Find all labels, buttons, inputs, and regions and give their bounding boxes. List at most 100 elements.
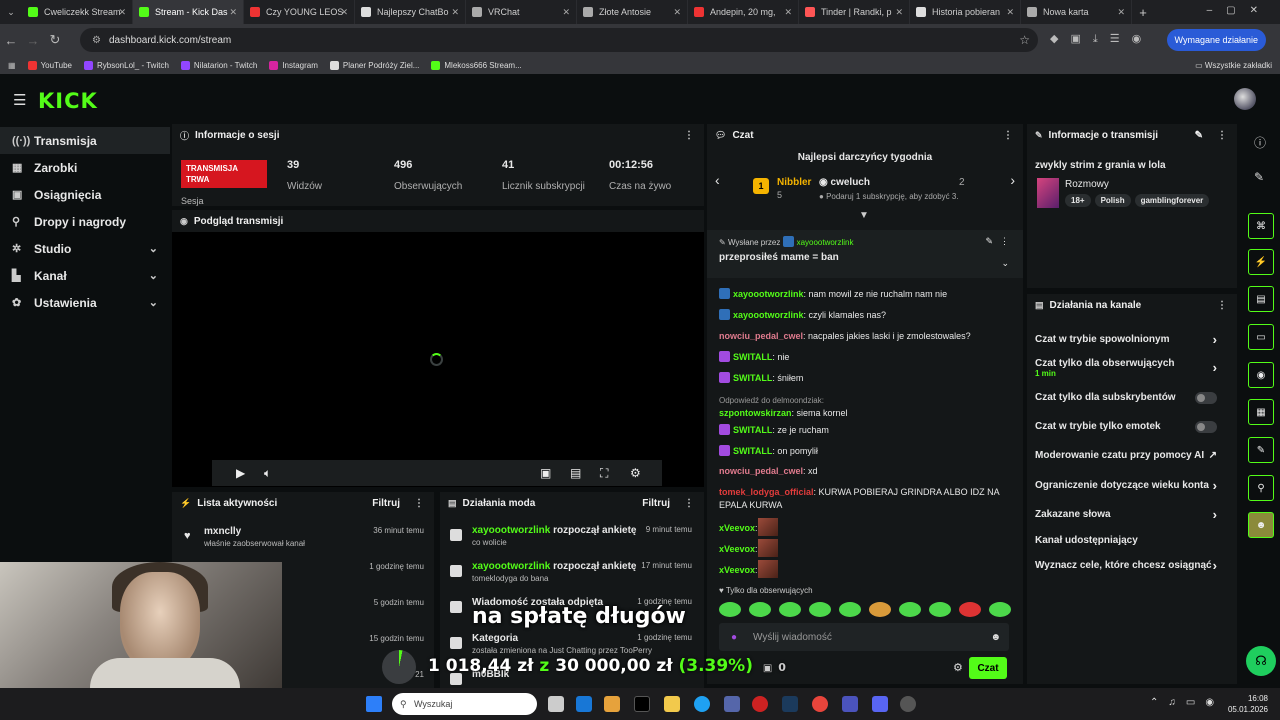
- activity-user[interactable]: mxnclly: [204, 526, 241, 537]
- chevron-down-icon[interactable]: ⌄: [149, 296, 158, 309]
- bookmark-item[interactable]: Planer Podróży Ziel...: [329, 60, 419, 70]
- browser-tab[interactable]: VRChat ✕: [466, 0, 577, 24]
- tab-close-icon[interactable]: ✕: [673, 7, 681, 18]
- browser-tab[interactable]: Najlepszy ChatBo ✕: [355, 0, 466, 24]
- pip-icon[interactable]: ▣: [540, 466, 551, 480]
- bookmark-item[interactable]: Mlekoss666 Stream...: [431, 60, 522, 70]
- fullscreen-icon[interactable]: ⛶: [600, 466, 608, 481]
- more-icon[interactable]: ⋮: [414, 498, 424, 509]
- back-icon[interactable]: ←: [0, 33, 22, 48]
- channel-action-item[interactable]: Ograniczenie dotyczące wieku konta ›: [1035, 478, 1227, 493]
- sidebar-item-ustawienia[interactable]: ✿ Ustawienia ⌄: [0, 289, 170, 316]
- steam-icon[interactable]: [782, 696, 798, 712]
- emote-icon[interactable]: [869, 602, 891, 617]
- chat-input[interactable]: ● Wyślij wiadomość ☻: [719, 623, 1009, 651]
- browser-tab[interactable]: Cweliczekk Stream ✕: [22, 0, 133, 24]
- pencil-icon[interactable]: ✎: [1254, 170, 1264, 184]
- channel-action-item[interactable]: Czat w trybie tylko emotek: [1035, 421, 1227, 433]
- external-link-icon[interactable]: ↗: [1209, 450, 1217, 461]
- more-icon[interactable]: ⋮: [684, 498, 694, 509]
- chat-settings-icon[interactable]: ⚙: [953, 661, 963, 674]
- emote-icon[interactable]: [749, 602, 771, 617]
- apps-icon[interactable]: ▦: [8, 61, 16, 70]
- vscode-icon[interactable]: [724, 696, 740, 712]
- chat-username[interactable]: SWITALL: [733, 446, 772, 456]
- next-arrow-icon[interactable]: ›: [1010, 172, 1015, 188]
- sidebar-item-studio[interactable]: ✲ Studio ⌄: [0, 235, 170, 262]
- rail-button-avatar-icon[interactable]: ☻: [1248, 512, 1274, 538]
- bookmark-item[interactable]: RybsonLol_ - Twitch: [84, 60, 169, 70]
- emote-icon[interactable]: [719, 602, 741, 617]
- bookmark-star-icon[interactable]: ☆: [1019, 33, 1030, 47]
- mod-action-row[interactable]: xayoootworzlink rozpoczął ankietę co woli…: [440, 520, 702, 556]
- chat-username[interactable]: nowciu_pedal_cwel: [719, 466, 803, 476]
- chat-username[interactable]: xayoootworzlink: [733, 289, 804, 299]
- stream-tag[interactable]: gamblingforever: [1134, 194, 1210, 207]
- chat-username[interactable]: xVeevox: [719, 544, 755, 554]
- sidebar-item-zarobki[interactable]: ▦ Zarobki: [0, 154, 170, 181]
- mod-user[interactable]: xayoootworzlink: [472, 561, 550, 572]
- channel-action-item[interactable]: Kanał udostępniający: [1035, 535, 1227, 546]
- bookmark-item[interactable]: Instagram: [269, 60, 318, 70]
- mod-filter-button[interactable]: Filtruj: [642, 498, 670, 509]
- chat-username[interactable]: SWITALL: [733, 352, 772, 362]
- task-view-icon[interactable]: [548, 696, 564, 712]
- taskbar-search[interactable]: ⚲ Wyszukaj: [392, 693, 537, 715]
- edit-icon[interactable]: ✎: [1195, 130, 1203, 141]
- emote-icon[interactable]: [959, 602, 981, 617]
- chevron-right-icon[interactable]: ›: [1213, 360, 1217, 375]
- site-info-icon[interactable]: ⚙: [92, 35, 101, 46]
- browser-tab[interactable]: Tinder | Randki, p ✕: [799, 0, 910, 24]
- channel-action-item[interactable]: Zakazane słowa ›: [1035, 507, 1227, 522]
- reload-icon[interactable]: ↻: [44, 32, 66, 48]
- donor-2-name[interactable]: ◉ cweluch: [819, 177, 870, 188]
- rail-button-bolt-icon[interactable]: ⚡: [1248, 249, 1274, 275]
- tab-close-icon[interactable]: ✕: [562, 7, 570, 18]
- tab-close-icon[interactable]: ✕: [229, 7, 237, 18]
- mod-user[interactable]: xayoootworzlink: [472, 525, 550, 536]
- required-action-button[interactable]: Wymagane działanie: [1166, 29, 1266, 51]
- chevron-right-icon[interactable]: ›: [1213, 558, 1217, 573]
- emote-icon[interactable]: [929, 602, 951, 617]
- chat-username[interactable]: szpontowskirzan: [719, 408, 792, 418]
- tab-close-icon[interactable]: ✕: [1117, 7, 1125, 18]
- tab-search-icon[interactable]: ⌄: [0, 7, 22, 18]
- avatar[interactable]: [1234, 88, 1256, 110]
- channel-action-item[interactable]: Czat tylko dla obserwujących 1 min ›: [1035, 358, 1227, 378]
- kick-logo[interactable]: KICK: [38, 89, 98, 113]
- edge-icon[interactable]: [694, 696, 710, 712]
- chrome-icon[interactable]: [812, 696, 828, 712]
- chat-username[interactable]: SWITALL: [733, 425, 772, 435]
- windows-start-icon[interactable]: [366, 696, 382, 712]
- forward-icon[interactable]: →: [22, 33, 44, 48]
- rail-button-camera-icon[interactable]: ⌘: [1248, 213, 1274, 239]
- tab-close-icon[interactable]: ✕: [451, 7, 459, 18]
- explorer-icon[interactable]: [664, 696, 680, 712]
- info-icon[interactable]: ⓘ: [1254, 134, 1266, 151]
- browser-tab[interactable]: Historia pobieran ✕: [910, 0, 1021, 24]
- emote-icon[interactable]: [989, 602, 1011, 617]
- pin-icon[interactable]: ✎: [985, 236, 993, 247]
- tab-close-icon[interactable]: ✕: [118, 7, 126, 18]
- prev-arrow-icon[interactable]: ‹: [715, 172, 720, 188]
- chevron-down-icon[interactable]: ⌄: [149, 269, 158, 282]
- bookmark-item[interactable]: YouTube: [27, 60, 72, 70]
- sidebar-item-transmisja[interactable]: ((·)) Transmisja: [0, 127, 170, 154]
- window-controls[interactable]: –▢✕: [1207, 5, 1272, 16]
- chat-send-button[interactable]: Czat: [969, 657, 1007, 679]
- video-preview[interactable]: ▶ 🔈︎ ▣ ▤ ⛶ ⚙: [172, 232, 704, 487]
- sidebar-item-dropy-i-nagrody[interactable]: ⚲ Dropy i nagrody: [0, 208, 170, 235]
- chat-username[interactable]: tomek_lodyga_official: [719, 487, 814, 497]
- chevron-right-icon[interactable]: ›: [1213, 507, 1217, 522]
- donor-1-name[interactable]: Nibbler: [777, 177, 811, 188]
- browser-tab[interactable]: Nowa karta ✕: [1021, 0, 1132, 24]
- sidebar-item-kana-[interactable]: ▙ Kanał ⌄: [0, 262, 170, 289]
- discord-icon[interactable]: [872, 696, 888, 712]
- emote-icon[interactable]: [809, 602, 831, 617]
- app-icon[interactable]: [900, 696, 916, 712]
- bookmark-item[interactable]: Nilatarion - Twitch: [180, 60, 257, 70]
- store-icon[interactable]: [604, 696, 620, 712]
- menu-icon[interactable]: ☰: [13, 91, 26, 109]
- activity-filter-button[interactable]: Filtruj: [372, 498, 400, 509]
- emote-icon[interactable]: [899, 602, 921, 617]
